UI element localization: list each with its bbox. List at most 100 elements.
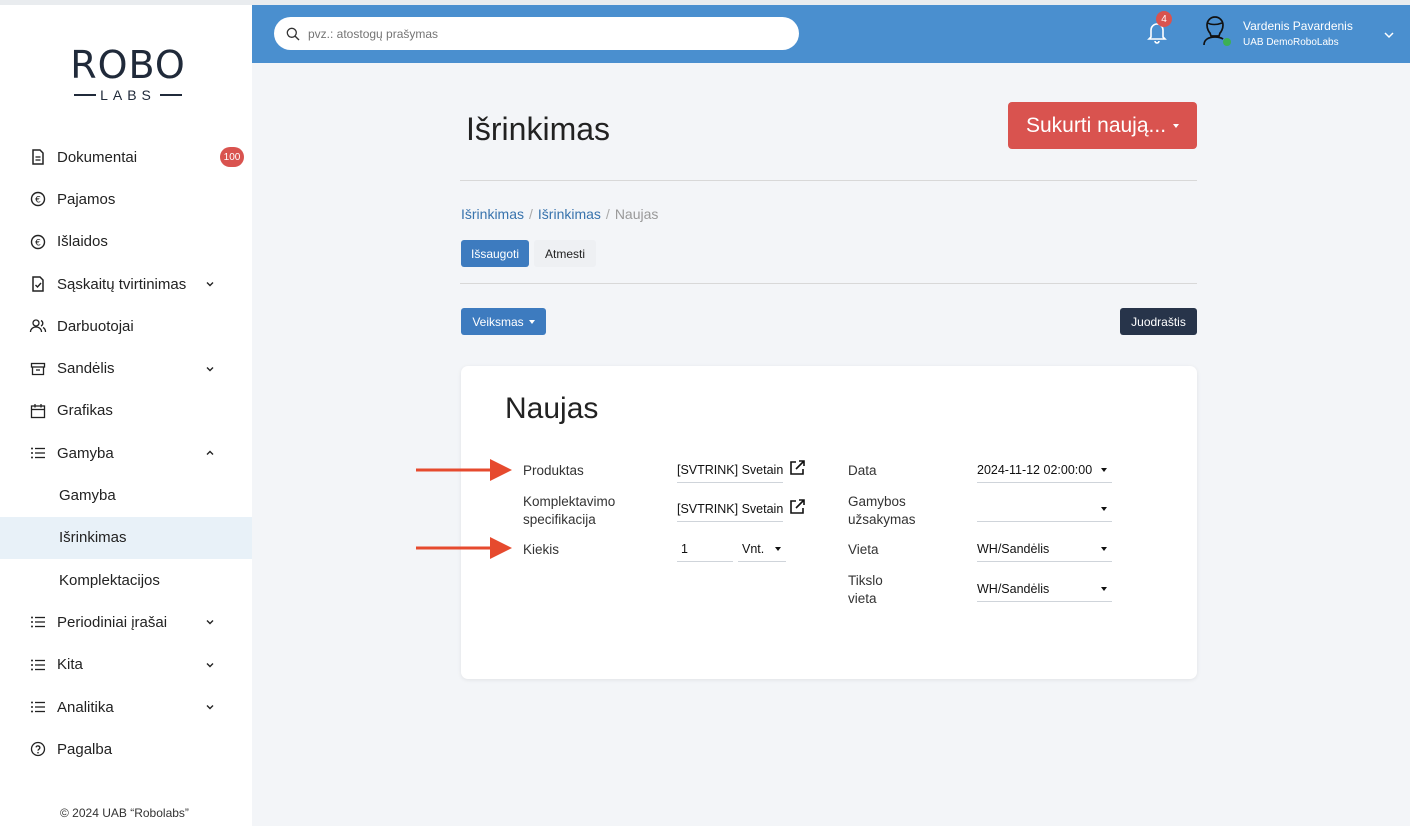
chevron-down-icon[interactable] xyxy=(1383,30,1395,40)
document-icon xyxy=(29,148,47,166)
production-order-label: Gamybos užsakymas xyxy=(848,494,916,527)
robolabs-logo[interactable]: ROBO LABS xyxy=(63,45,193,105)
sidebar-item-label: Sąskaitų tvirtinimas xyxy=(57,275,187,293)
destination-location-value: WH/Sandėlis xyxy=(977,581,1050,596)
sidebar: ROBO LABS Dokumentai 100 € Pajamos € Išl… xyxy=(0,5,252,826)
sidebar-item-label: Pajamos xyxy=(57,190,116,208)
create-new-button[interactable]: Sukurti naują... xyxy=(1008,102,1197,149)
users-icon xyxy=(29,317,47,335)
search-icon xyxy=(286,27,300,40)
expense-icon: € xyxy=(29,233,47,251)
spec-label: Komplektavimo specifikacija xyxy=(523,494,616,527)
logo-text-labs: LABS xyxy=(100,87,156,103)
online-status-dot xyxy=(1222,37,1232,47)
product-field[interactable]: [SVTRINK] Svetainės xyxy=(677,457,783,483)
sidebar-item-pagalba[interactable]: Pagalba xyxy=(0,728,252,770)
sidebar-subitem-gamyba[interactable]: Gamyba xyxy=(0,474,252,516)
warehouse-icon xyxy=(29,360,47,378)
divider xyxy=(460,180,1197,181)
sidebar-item-saskaitu-tvirtinimas[interactable]: Sąskaitų tvirtinimas xyxy=(0,263,252,305)
income-icon: € xyxy=(29,190,47,208)
product-label: Produktas xyxy=(523,463,584,478)
external-link-icon[interactable] xyxy=(788,459,806,477)
breadcrumb-separator: / xyxy=(529,206,533,222)
page-title: Išrinkimas xyxy=(466,111,611,147)
help-icon xyxy=(29,740,47,758)
search-bar[interactable] xyxy=(274,17,799,50)
date-value: 2024-11-12 02:00:00 xyxy=(977,462,1093,477)
annotation-arrow-icon xyxy=(416,537,512,559)
caret-down-icon xyxy=(1101,587,1107,591)
spec-field[interactable]: [SVTRINK] Svetainės xyxy=(677,496,783,522)
notifications-button[interactable]: 4 xyxy=(1146,11,1176,47)
sidebar-item-dokumentai[interactable]: Dokumentai 100 xyxy=(0,136,252,178)
sidebar-item-pajamos[interactable]: € Pajamos xyxy=(0,178,252,220)
sidebar-item-label: Analitika xyxy=(57,698,114,716)
sidebar-item-sandelis[interactable]: Sandėlis xyxy=(0,347,252,389)
sidebar-subitem-isrinkimas[interactable]: Išrinkimas xyxy=(0,516,252,559)
location-label: Vieta xyxy=(848,542,879,557)
sidebar-item-label: Periodiniai įrašai xyxy=(57,613,168,631)
breadcrumb-link[interactable]: Išrinkimas xyxy=(538,206,601,222)
user-company: UAB DemoRoboLabs xyxy=(1243,37,1339,48)
sidebar-item-darbuotojai[interactable]: Darbuotojai xyxy=(0,305,252,347)
sidebar-item-kita[interactable]: Kita xyxy=(0,644,252,686)
location-value: WH/Sandėlis xyxy=(977,541,1050,556)
production-order-select[interactable] xyxy=(977,496,1112,522)
svg-text:€: € xyxy=(35,196,41,206)
sidebar-item-analitika[interactable]: Analitika xyxy=(0,686,252,728)
chevron-up-icon xyxy=(206,450,214,456)
chevron-down-icon xyxy=(206,282,214,287)
save-button[interactable]: Išsaugoti xyxy=(461,240,529,267)
status-draft-button[interactable]: Juodraštis xyxy=(1120,308,1197,335)
sidebar-item-label: Darbuotojai xyxy=(57,317,134,335)
notification-count-badge: 4 xyxy=(1156,11,1172,27)
user-name[interactable]: Vardenis Pavardenis xyxy=(1243,19,1353,33)
list-icon xyxy=(29,656,47,674)
caret-down-icon xyxy=(1173,123,1180,128)
sidebar-item-periodiniai-irasai[interactable]: Periodiniai įrašai xyxy=(0,601,252,643)
destination-location-select[interactable]: WH/Sandėlis xyxy=(977,576,1112,602)
sidebar-item-label: Pagalba xyxy=(57,740,113,758)
caret-down-icon xyxy=(1101,547,1107,551)
chevron-down-icon xyxy=(206,366,214,372)
sidebar-item-grafikas[interactable]: Grafikas xyxy=(0,390,252,432)
calendar-icon xyxy=(29,402,47,420)
chevron-down-icon xyxy=(206,620,214,625)
discard-button[interactable]: Atmesti xyxy=(534,240,596,267)
breadcrumb-link[interactable]: Išrinkimas xyxy=(461,206,524,222)
copyright: © 2024 UAB “Robolabs” xyxy=(60,806,189,820)
logo-text-robo: ROBO xyxy=(70,43,186,87)
quantity-input[interactable]: 1 xyxy=(677,536,733,562)
uom-value: Vnt. xyxy=(742,541,765,556)
caret-down-icon xyxy=(1101,468,1107,472)
quantity-value: 1 xyxy=(681,541,688,556)
sidebar-item-label: Komplektacijos xyxy=(59,571,160,589)
caret-down-icon xyxy=(528,319,535,324)
chevron-down-icon xyxy=(206,662,214,668)
sidebar-item-label: Gamyba xyxy=(59,487,116,505)
sidebar-subitem-komplektacijos[interactable]: Komplektacijos xyxy=(0,559,252,601)
list-icon xyxy=(29,613,47,631)
chevron-down-icon xyxy=(206,705,214,710)
annotation-arrow-icon xyxy=(416,459,512,481)
sidebar-item-islaidos[interactable]: € Išlaidos xyxy=(0,221,252,263)
list-icon xyxy=(29,444,47,462)
sidebar-item-label: Grafikas xyxy=(57,402,113,420)
external-link-icon[interactable] xyxy=(788,498,806,516)
breadcrumb: Išrinkimas / Išrinkimas / Naujas xyxy=(461,206,658,222)
search-input[interactable] xyxy=(308,26,768,41)
action-dropdown-button[interactable]: Veiksmas xyxy=(461,308,546,335)
sidebar-item-label: Gamyba xyxy=(57,444,114,462)
destination-location-label: Tikslo vieta xyxy=(848,573,883,606)
form-title: Naujas xyxy=(505,392,599,425)
date-field[interactable]: 2024-11-12 02:00:00 xyxy=(977,457,1112,483)
svg-text:€: € xyxy=(35,238,41,248)
breadcrumb-current: Naujas xyxy=(614,206,659,222)
caret-down-icon xyxy=(1101,507,1107,511)
sidebar-item-label: Kita xyxy=(57,656,83,674)
uom-select[interactable]: Vnt. xyxy=(738,536,786,562)
user-avatar[interactable] xyxy=(1198,12,1234,48)
sidebar-item-gamyba-group[interactable]: Gamyba xyxy=(0,432,252,474)
location-select[interactable]: WH/Sandėlis xyxy=(977,536,1112,562)
